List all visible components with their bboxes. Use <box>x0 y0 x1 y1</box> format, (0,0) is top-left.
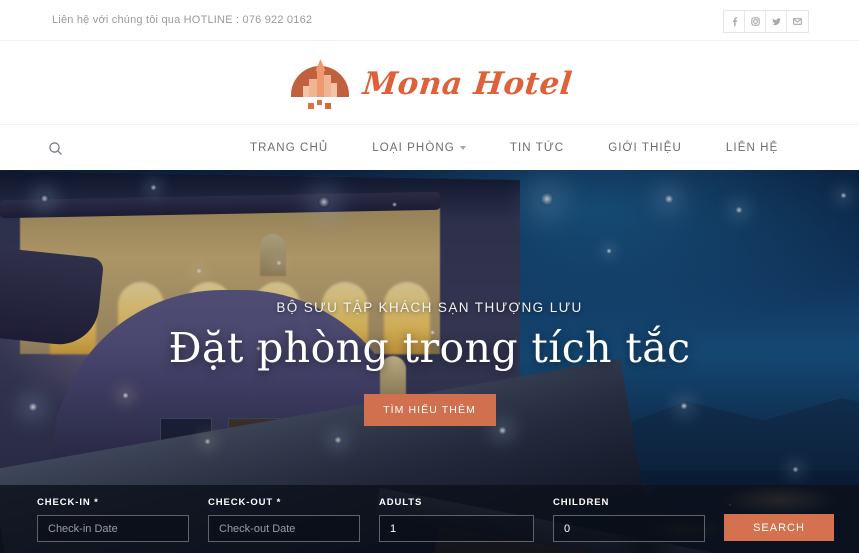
adults-field: ADULTS <box>379 497 534 542</box>
checkin-input[interactable] <box>37 515 189 542</box>
instagram-icon[interactable] <box>745 11 766 32</box>
nav-item-loai-phong[interactable]: LOẠI PHÒNG <box>350 125 488 171</box>
nav-label: TIN TỨC <box>509 142 565 154</box>
email-icon[interactable] <box>787 11 808 32</box>
nav-label: GIỚI THIỆU <box>608 142 682 154</box>
checkout-label: CHECK-OUT * <box>208 497 282 508</box>
nav-item-tin-tuc[interactable]: TIN TỨC <box>488 125 586 171</box>
nav-label: LOẠI PHÒNG <box>372 142 455 154</box>
nav-item-lien-he[interactable]: LIÊN HỆ <box>704 125 800 171</box>
search-button[interactable]: SEARCH <box>724 514 834 541</box>
main-navigation: TRANG CHỦ LOẠI PHÒNG TIN TỨC GIỚI THIỆU … <box>0 124 859 295</box>
checkin-field: CHECK-IN * <box>37 497 189 542</box>
twitter-icon[interactable] <box>766 11 787 32</box>
nav-label: TRANG CHỦ <box>250 142 329 154</box>
nav-item-trang-chu[interactable]: TRANG CHỦ <box>228 125 350 171</box>
checkout-input[interactable] <box>208 515 360 542</box>
top-bar: Liên hệ với chúng tôi qua HOTLINE : 076 … <box>0 0 859 41</box>
children-field: CHILDREN <box>553 497 705 542</box>
hero-title: Đặt phòng trong tích tắc <box>168 324 691 372</box>
search-icon[interactable] <box>48 125 63 171</box>
children-label: CHILDREN <box>553 497 610 508</box>
children-input[interactable] <box>553 515 705 542</box>
adults-label: ADULTS <box>379 497 423 508</box>
nav-item-gioi-thieu[interactable]: GIỚI THIỆU <box>586 125 704 171</box>
booking-search-bar: CHECK-IN * CHECK-OUT * ADULTS CHILDREN S… <box>0 485 859 553</box>
facebook-icon[interactable] <box>724 11 745 32</box>
checkout-field: CHECK-OUT * <box>208 497 360 542</box>
hero-subtitle: BỘ SƯU TẬP KHÁCH SẠN THƯỢNG LƯU <box>276 300 583 315</box>
chevron-down-icon <box>459 146 466 150</box>
mona-hotel-homepage: Liên hệ với chúng tôi qua HOTLINE : 076 … <box>0 0 859 553</box>
learn-more-button[interactable]: TÌM HIỂU THÊM <box>363 394 496 426</box>
social-links <box>723 10 809 33</box>
logo-text: Mona Hotel <box>360 66 574 102</box>
adults-input[interactable] <box>379 515 534 542</box>
nav-label: LIÊN HỆ <box>725 142 779 154</box>
mona-hotel-building-logo <box>287 53 353 115</box>
checkin-label: CHECK-IN * <box>37 497 99 508</box>
nav-links: TRANG CHỦ LOẠI PHÒNG TIN TỨC GIỚI THIỆU … <box>228 125 800 171</box>
site-logo[interactable]: Mona Hotel <box>0 48 859 120</box>
hotline-text: Liên hệ với chúng tôi qua HOTLINE : 076 … <box>52 14 313 26</box>
